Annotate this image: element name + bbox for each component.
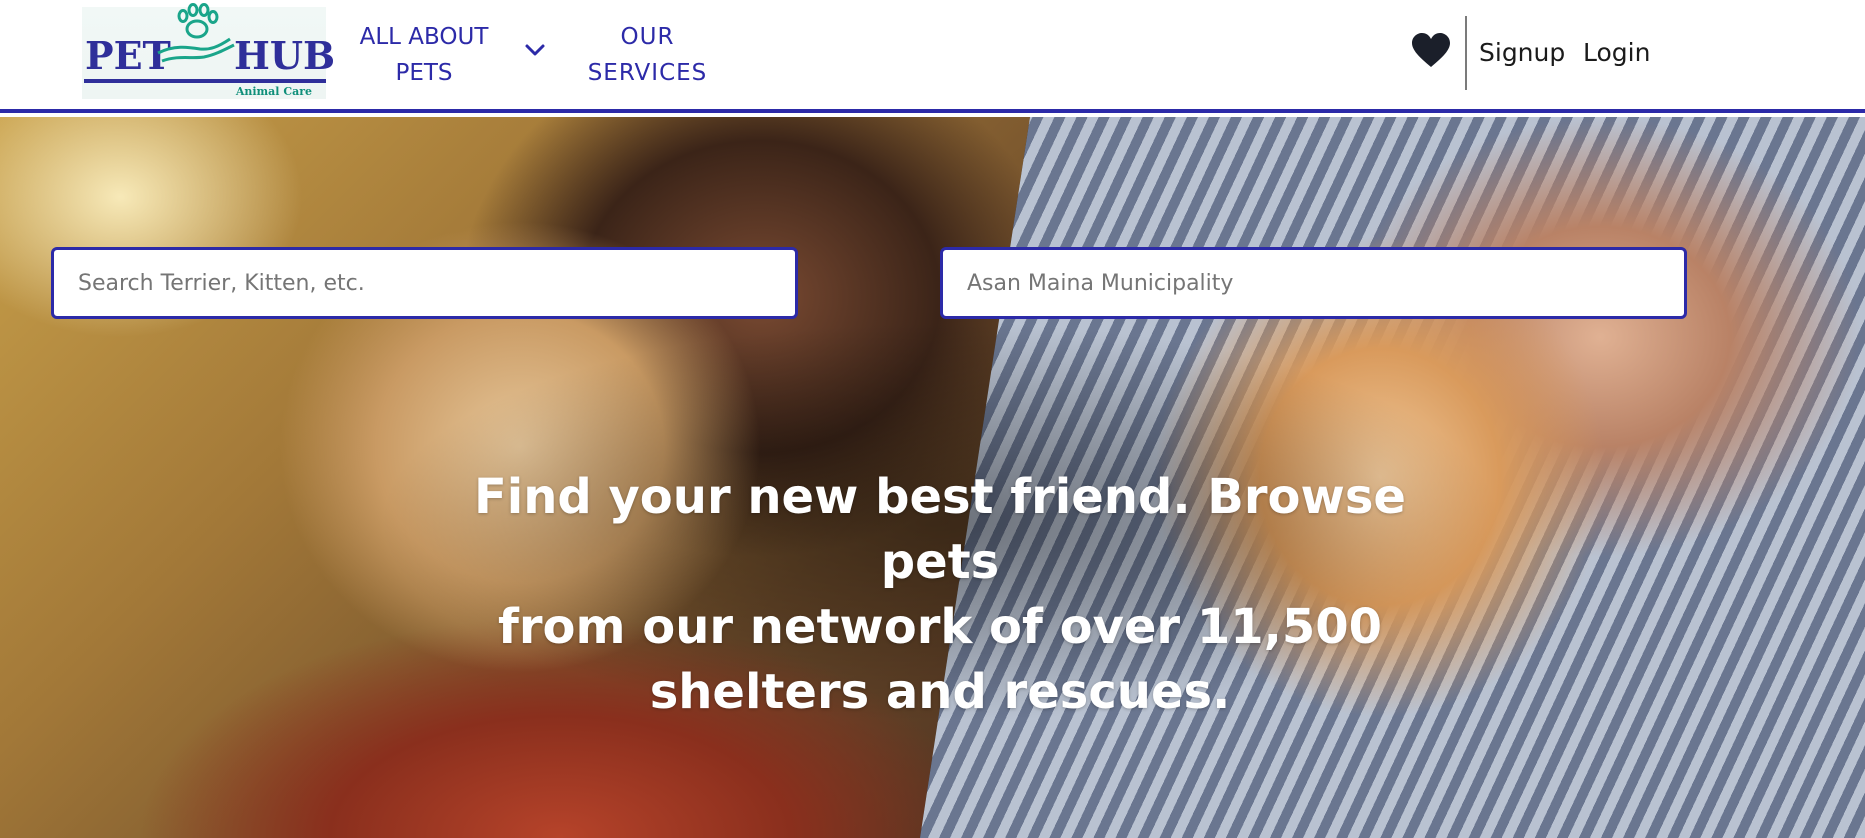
pet-search-input[interactable] <box>51 247 798 319</box>
pet-hub-logo[interactable]: PET HUB Animal Care <box>82 3 335 99</box>
nav-all-about-pets[interactable]: ALL ABOUT PETS <box>350 19 498 91</box>
logo-word-hub: HUB <box>234 33 336 78</box>
logo-underline <box>84 79 326 83</box>
paw-hand-icon <box>157 3 235 63</box>
location-search-input[interactable] <box>940 247 1687 319</box>
nav-all-about-pets-line1: ALL ABOUT <box>359 24 489 50</box>
hero-headline-line2: from our network of over 11,500 <box>497 599 1383 655</box>
nav-our-services-line1: OUR <box>620 24 675 50</box>
hero-headline: Find your new best friend. Browse pets f… <box>420 465 1460 725</box>
header-divider <box>1465 16 1467 90</box>
chevron-down-icon[interactable] <box>524 43 546 57</box>
hero-headline-line3: shelters and rescues. <box>649 664 1231 720</box>
nav-our-services-line2: SERVICES <box>587 60 708 86</box>
heart-icon[interactable] <box>1411 33 1451 69</box>
nav-all-about-pets-line2: PETS <box>395 60 453 86</box>
hero-headline-line1: Find your new best friend. Browse pets <box>474 469 1406 590</box>
logo-tagline: Animal Care <box>235 85 312 98</box>
nav-our-services[interactable]: OUR SERVICES <box>580 19 715 91</box>
top-navigation-bar: PET HUB Animal Care ALL ABOUT PETS OUR S… <box>0 0 1865 113</box>
hero-banner: Find your new best friend. Browse pets f… <box>0 117 1865 838</box>
login-link[interactable]: Login <box>1583 35 1650 71</box>
signup-link[interactable]: Signup <box>1479 35 1565 71</box>
